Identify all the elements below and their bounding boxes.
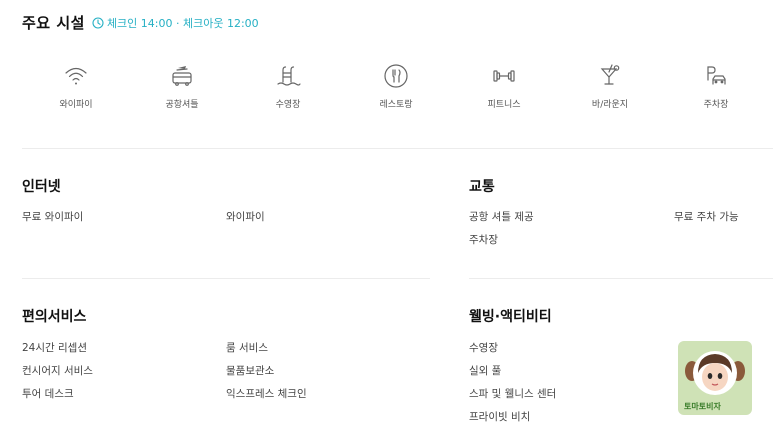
amenity-restaurant: 레스토랑 [356,62,436,110]
parking-icon [707,66,726,85]
amenity-label: 공항셔틀 [165,100,199,110]
list-item: 와이파이 [226,211,265,223]
section-title-internet: 인터넷 [22,179,61,195]
section-title-transport: 교통 [469,179,495,195]
section-title-wellness: 웰빙·액티비티 [469,309,552,325]
list-item: 수영장 [469,342,498,354]
list-item: 공항 셔틀 제공 [469,211,534,223]
amenity-label: 바/라운지 [591,100,629,110]
amenity-label: 수영장 [275,100,301,110]
amenity-shuttle: 공항셔틀 [142,62,222,110]
divider [22,278,430,279]
section-title-services: 편의서비스 [22,309,87,325]
list-item: 무료 와이파이 [22,211,84,223]
amenity-wifi: 와이파이 [36,62,116,110]
list-item: 스파 및 웰니스 센터 [469,388,557,400]
amenity-label: 주차장 [703,100,729,110]
cocktail-icon [600,64,620,85]
amenity-pool: 수영장 [248,62,328,110]
divider [469,278,773,279]
list-item: 컨시어지 서비스 [22,365,93,377]
amenity-label: 피트니스 [487,100,521,110]
amenity-fitness: 피트니스 [464,62,544,110]
wifi-icon [65,67,87,85]
list-item: 익스프레스 체크인 [226,388,307,400]
amenity-label: 레스토랑 [379,100,413,110]
checkin-text: 체크인 14:00 · 체크아웃 12:00 [106,16,259,30]
badge-text: 토마토비자 [684,402,721,411]
list-item: 무료 주차 가능 [674,211,739,223]
amenity-bar: 바/라운지 [570,62,650,110]
amenity-label: 와이파이 [59,100,93,110]
list-item: 룸 서비스 [226,342,268,354]
list-item: 투어 데스크 [22,388,74,400]
shuttle-icon [172,66,192,86]
watermark-badge: 토마토비자 [678,341,752,415]
clock-icon [92,16,104,29]
pool-icon [277,66,301,86]
restaurant-icon [384,64,408,88]
list-item: 실외 풀 [469,365,502,377]
page-title: 주요 시설 [22,14,85,32]
amenities-row: 와이파이 공항셔틀 수영장 레스토랑 피트니스 바/라운지 주차장 [22,62,762,120]
list-item: 주차장 [469,234,498,246]
checkin-info: 체크인 14:00 · 체크아웃 12:00 [92,15,259,31]
amenity-parking: 주차장 [676,62,756,110]
header: 주요 시설 체크인 14:00 · 체크아웃 12:00 [22,12,259,33]
list-item: 물품보관소 [226,365,275,377]
divider [22,148,773,149]
dumbbell-icon [493,70,515,82]
list-item: 프라이빗 비치 [469,411,531,423]
list-item: 24시간 리셉션 [22,342,87,354]
